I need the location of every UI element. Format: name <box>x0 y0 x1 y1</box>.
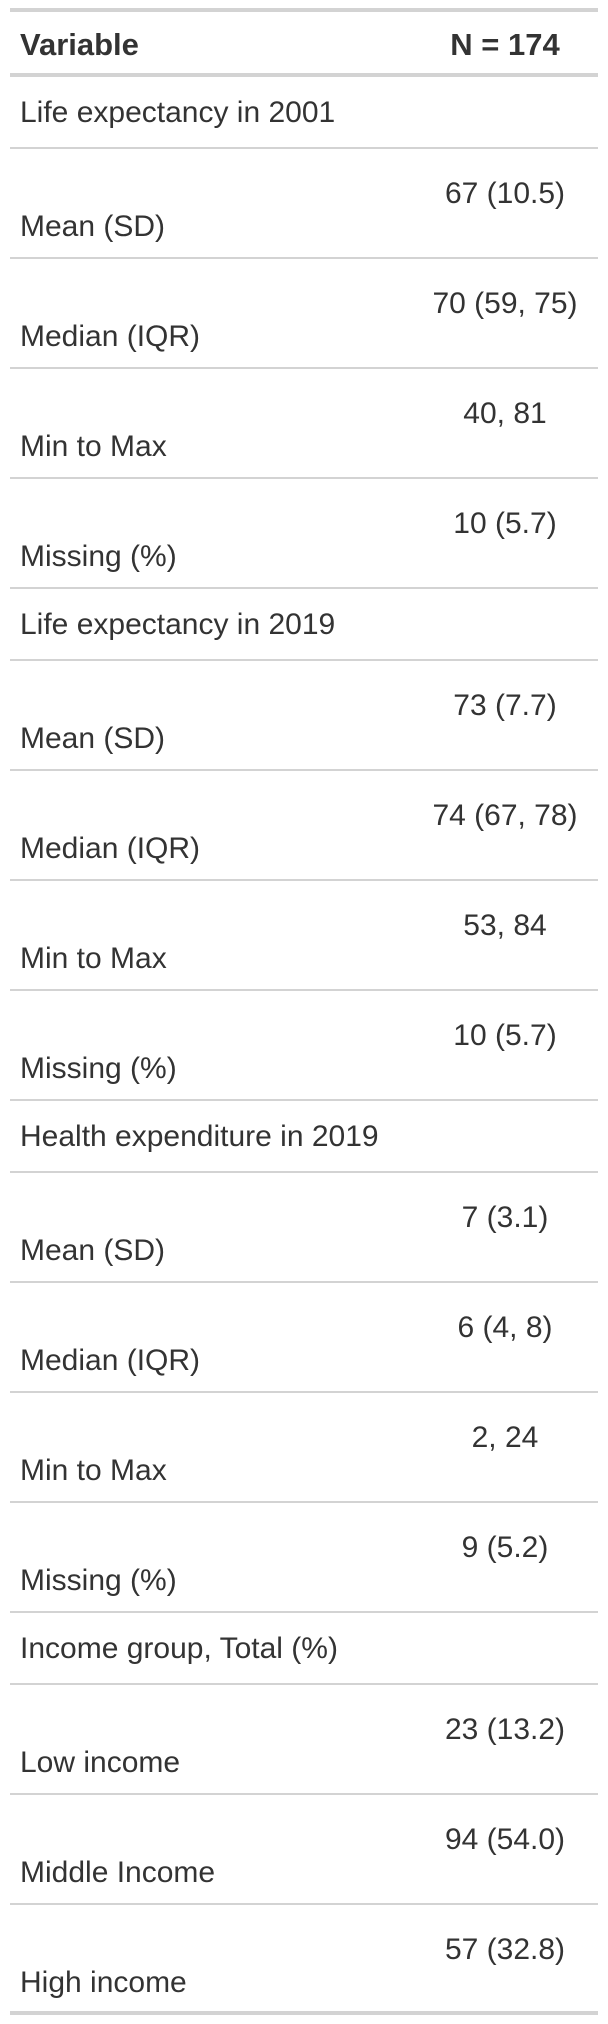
row-value: 74 (67, 78) <box>432 799 578 832</box>
row-value: 2, 24 <box>471 1421 539 1454</box>
row-label: Mean (SD) <box>20 1234 166 1267</box>
row-value: 6 (4, 8) <box>457 1311 553 1344</box>
group-row: Life expectancy in 2019 <box>10 589 598 661</box>
row-label: Missing (%) <box>20 1052 177 1085</box>
row-label: Mean (SD) <box>20 210 166 243</box>
row-value: 57 (32.8) <box>444 1933 566 1966</box>
row-label: Median (IQR) <box>20 1344 201 1377</box>
row-value: 23 (13.2) <box>444 1713 566 1746</box>
table-row: High income 57 (32.8) <box>10 1905 598 2015</box>
row-label: Min to Max <box>20 942 167 975</box>
table-row: Middle Income 94 (54.0) <box>10 1795 598 1905</box>
table-row: Median (IQR) 6 (4, 8) <box>10 1283 598 1393</box>
row-value: 70 (59, 75) <box>432 287 578 320</box>
row-value: 94 (54.0) <box>444 1823 566 1856</box>
row-label: Low income <box>20 1746 181 1779</box>
row-label: Missing (%) <box>20 1564 177 1597</box>
row-label: Min to Max <box>20 1454 167 1487</box>
row-label: Middle Income <box>20 1856 216 1889</box>
table-row: Median (IQR) 70 (59, 75) <box>10 259 598 369</box>
row-value: 53, 84 <box>463 909 547 942</box>
table-row: Missing (%) 10 (5.7) <box>10 479 598 589</box>
group-label: Life expectancy in 2001 <box>20 96 336 129</box>
table-row: Low income 23 (13.2) <box>10 1685 598 1795</box>
row-value: 73 (7.7) <box>453 689 557 722</box>
table-header-row: Variable N = 174 <box>10 12 598 77</box>
table-row: Min to Max 2, 24 <box>10 1393 598 1503</box>
row-value: 7 (3.1) <box>461 1201 549 1234</box>
table-row: Median (IQR) 74 (67, 78) <box>10 771 598 881</box>
group-label: Health expenditure in 2019 <box>20 1120 379 1153</box>
group-label: Income group, Total (%) <box>20 1632 338 1665</box>
group-label: Life expectancy in 2019 <box>20 608 336 641</box>
row-label: Min to Max <box>20 430 167 463</box>
table-row: Missing (%) 10 (5.7) <box>10 991 598 1101</box>
row-label: Mean (SD) <box>20 722 166 755</box>
summary-table: Variable N = 174 Life expectancy in 2001… <box>10 8 598 2015</box>
table-row: Mean (SD) 73 (7.7) <box>10 661 598 771</box>
row-label: Median (IQR) <box>20 832 201 865</box>
row-value: 40, 81 <box>463 397 547 430</box>
table-row: Mean (SD) 7 (3.1) <box>10 1173 598 1283</box>
table-row: Mean (SD) 67 (10.5) <box>10 149 598 259</box>
row-value: 67 (10.5) <box>444 177 566 210</box>
group-row: Income group, Total (%) <box>10 1613 598 1685</box>
row-value: 9 (5.2) <box>461 1531 549 1564</box>
column-header-n: N = 174 <box>450 27 560 62</box>
row-label: Median (IQR) <box>20 320 201 353</box>
table-row: Missing (%) 9 (5.2) <box>10 1503 598 1613</box>
column-header-variable: Variable <box>20 27 139 62</box>
row-value: 10 (5.7) <box>453 507 557 540</box>
table-row: Min to Max 53, 84 <box>10 881 598 991</box>
group-row: Health expenditure in 2019 <box>10 1101 598 1173</box>
row-value: 10 (5.7) <box>453 1019 557 1052</box>
table-row: Min to Max 40, 81 <box>10 369 598 479</box>
row-label: High income <box>20 1966 187 1999</box>
row-label: Missing (%) <box>20 540 177 573</box>
group-row: Life expectancy in 2001 <box>10 77 598 149</box>
